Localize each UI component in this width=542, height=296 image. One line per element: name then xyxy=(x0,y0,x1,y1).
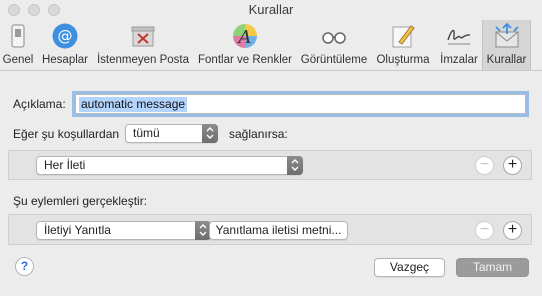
condition-match-select[interactable]: tümü xyxy=(125,124,218,143)
condition-suffix-label: sağlanırsa: xyxy=(229,127,288,141)
condition-type-select[interactable]: Her İleti xyxy=(36,156,303,175)
window-title: Kurallar xyxy=(248,2,294,17)
signature-icon xyxy=(447,29,471,45)
chevron-updown-icon xyxy=(287,156,303,175)
switch-icon xyxy=(11,24,25,48)
font-color-icon: A xyxy=(233,24,257,48)
glasses-icon xyxy=(322,32,346,44)
actions-label: Şu eylemleri gerçekleştir: xyxy=(13,194,148,208)
cancel-button[interactable]: Vazgeç xyxy=(374,258,445,277)
description-input[interactable]: automatic message xyxy=(75,94,526,114)
tab-goruntuleme[interactable]: Görüntüleme xyxy=(298,20,370,70)
tab-imzalar[interactable]: İmzalar xyxy=(436,20,482,70)
tab-label: Fontlar ve Renkler xyxy=(198,54,292,66)
add-condition-button[interactable]: + xyxy=(503,156,522,175)
remove-condition-button[interactable]: − xyxy=(475,156,494,175)
tab-label: İmzalar xyxy=(440,54,478,66)
action-type-value: İletiyi Yanıtla xyxy=(44,223,111,237)
action-row: İletiyi Yanıtla Yanıtlama iletisi metni.… xyxy=(8,214,532,245)
tab-hesaplar[interactable]: @ Hesaplar xyxy=(36,20,94,70)
preferences-toolbar: Genel @ Hesaplar İstenmeyen Posta A Font… xyxy=(0,19,542,71)
tab-fontlar-ve-renkler[interactable]: A Fontlar ve Renkler xyxy=(192,20,298,70)
close-window-button[interactable] xyxy=(8,4,20,16)
tab-label: Hesaplar xyxy=(41,54,89,66)
minimize-window-button[interactable] xyxy=(28,4,40,16)
svg-text:@: @ xyxy=(58,27,73,45)
chevron-updown-icon xyxy=(202,124,218,143)
help-button[interactable]: ? xyxy=(15,257,34,276)
zoom-window-button[interactable] xyxy=(48,4,60,16)
reply-message-text-button[interactable]: Yanıtlama iletisi metni... xyxy=(209,221,348,240)
ok-button[interactable]: Tamam xyxy=(456,258,529,277)
tab-label: İstenmeyen Posta xyxy=(96,54,190,66)
remove-action-button[interactable]: − xyxy=(475,221,494,240)
tab-kurallar[interactable]: Kurallar xyxy=(482,20,531,70)
description-label: Açıklama: xyxy=(13,97,66,111)
condition-row: Her İleti − + xyxy=(8,150,532,180)
tab-label: Oluşturma xyxy=(376,54,430,66)
tab-label: Görüntüleme xyxy=(300,54,368,66)
tab-label: Kurallar xyxy=(486,54,527,66)
title-bar: Kurallar xyxy=(0,0,542,19)
description-value: automatic message xyxy=(79,97,188,112)
svg-text:A: A xyxy=(237,27,252,48)
compose-pencil-icon xyxy=(392,25,415,48)
condition-match-value: tümü xyxy=(133,126,160,140)
condition-type-value: Her İleti xyxy=(44,158,86,172)
tab-label: Genel xyxy=(2,54,34,66)
tab-olusturma[interactable]: Oluşturma xyxy=(370,20,436,70)
condition-prefix-label: Eğer şu koşullardan xyxy=(13,127,120,141)
rules-envelope-icon xyxy=(494,22,519,48)
at-sign-icon: @ xyxy=(52,23,78,49)
action-type-select[interactable]: İletiyi Yanıtla xyxy=(36,221,211,240)
tab-genel[interactable]: Genel xyxy=(0,20,36,70)
add-action-button[interactable]: + xyxy=(503,221,522,240)
junk-mail-icon xyxy=(131,26,155,47)
tab-istenmeyen-posta[interactable]: İstenmeyen Posta xyxy=(94,20,192,70)
